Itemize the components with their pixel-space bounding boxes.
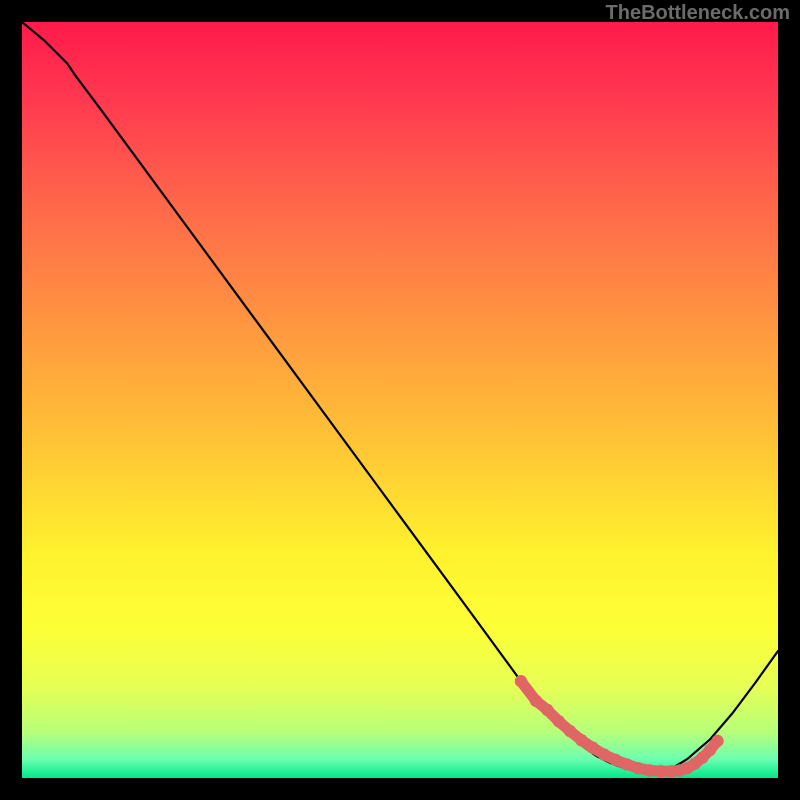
sweet-spot-dot: [564, 725, 576, 737]
sweet-spot-dot: [632, 762, 644, 774]
sweet-spot-dot: [598, 748, 610, 760]
sweet-spot-dot: [587, 742, 599, 754]
sweet-spot-dot: [541, 704, 553, 716]
gradient-background: [22, 22, 778, 778]
plot-area: [22, 22, 778, 778]
sweet-spot-dot: [515, 675, 527, 687]
sweet-spot-dot: [553, 715, 565, 727]
sweet-spot-dot: [575, 734, 587, 746]
sweet-spot-dot: [621, 758, 633, 770]
chart-container: TheBottleneck.com: [0, 0, 800, 800]
sweet-spot-dot: [655, 765, 667, 777]
sweet-spot-dot: [609, 754, 621, 766]
sweet-spot-dot: [530, 695, 542, 707]
sweet-spot-dot: [643, 764, 655, 776]
sweet-spot-dot: [711, 735, 723, 747]
chart-svg: [22, 22, 778, 778]
